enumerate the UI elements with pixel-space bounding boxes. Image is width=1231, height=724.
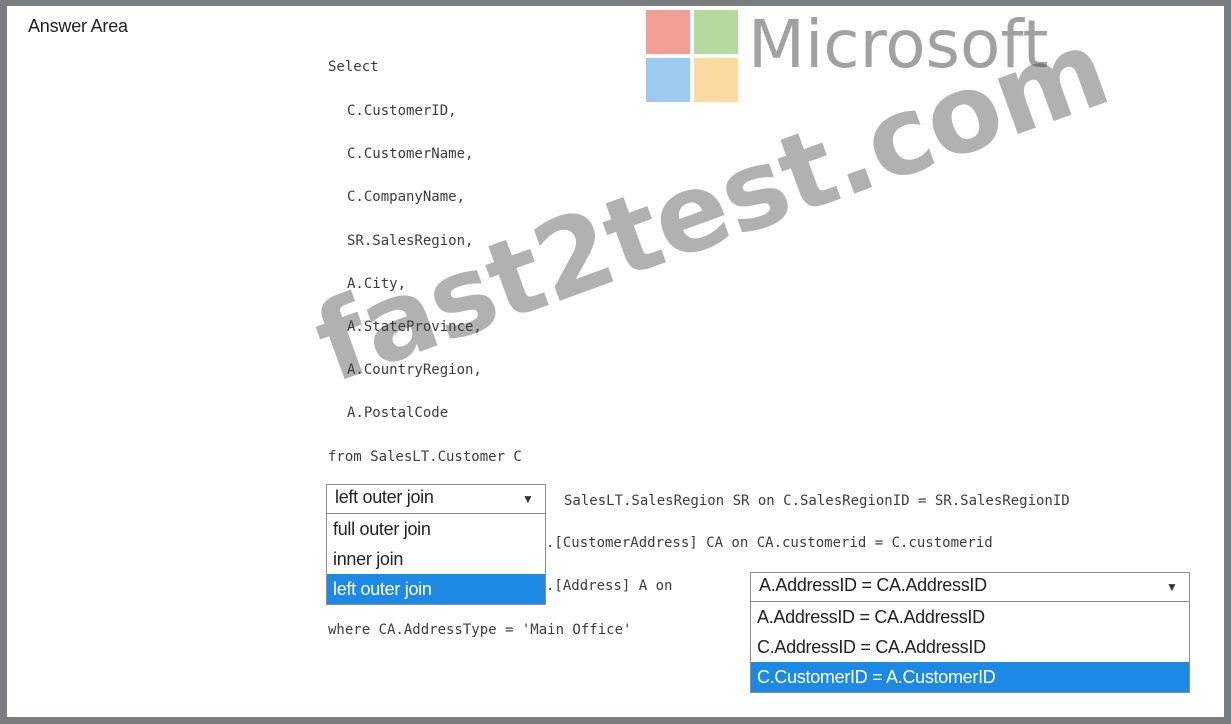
- on-condition-select[interactable]: A.AddressID = CA.AddressID ▼: [750, 572, 1190, 602]
- join-type-dropdown: full outer join inner join left outer jo…: [326, 513, 546, 605]
- on-option-customer-address[interactable]: C.AddressID = CA.AddressID: [751, 632, 1189, 662]
- join-option-inner[interactable]: inner join: [327, 544, 545, 574]
- sql-column: C.CustomerID,: [347, 103, 457, 119]
- join-type-value: left outer join: [335, 487, 434, 507]
- sql-join3-text: .[Address] A on: [546, 578, 673, 594]
- sql-where-clause: where CA.AddressType = 'Main Office': [328, 622, 632, 638]
- on-option-customer-id[interactable]: C.CustomerID = A.CustomerID: [751, 662, 1189, 692]
- on-condition-value: A.AddressID = CA.AddressID: [759, 575, 987, 595]
- sql-from-clause: from SalesLT.Customer C: [328, 449, 522, 465]
- sql-join2-text: .[CustomerAddress] CA on CA.customerid =…: [546, 535, 993, 551]
- sql-column: A.PostalCode: [347, 405, 449, 421]
- sql-select-keyword: Select: [328, 59, 379, 75]
- sql-column: C.CustomerName,: [347, 146, 474, 162]
- chevron-down-icon[interactable]: ▼: [511, 485, 545, 513]
- join-option-left-outer[interactable]: left outer join: [327, 574, 545, 604]
- join-type-select[interactable]: left outer join ▼: [326, 484, 546, 514]
- on-option-address[interactable]: A.AddressID = CA.AddressID: [751, 602, 1189, 632]
- sql-join1-text: SalesLT.SalesRegion SR on C.SalesRegionI…: [564, 493, 1070, 509]
- answer-area-title: Answer Area: [28, 16, 128, 36]
- on-condition-dropdown: A.AddressID = CA.AddressID C.AddressID =…: [750, 601, 1190, 693]
- join-option-full-outer[interactable]: full outer join: [327, 514, 545, 544]
- chevron-down-icon[interactable]: ▼: [1155, 573, 1189, 601]
- sql-column: C.CompanyName,: [347, 189, 466, 205]
- microsoft-logo-icon: [646, 10, 756, 106]
